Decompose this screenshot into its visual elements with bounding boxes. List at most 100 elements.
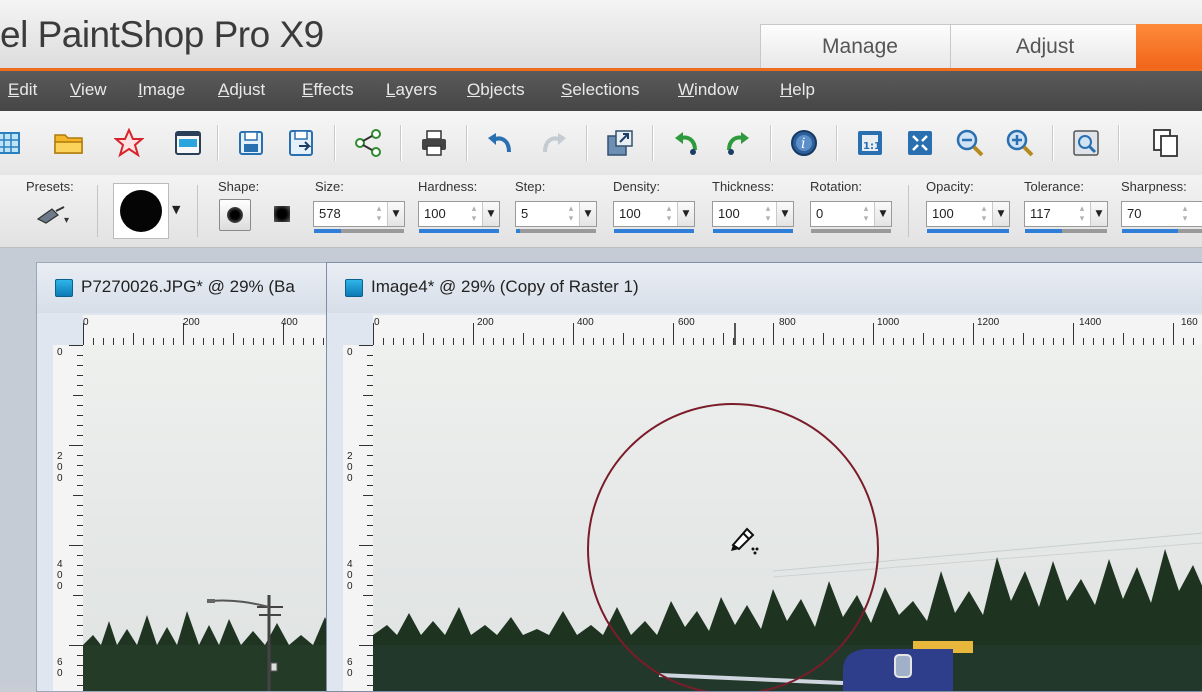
toolbar-separator: [400, 125, 402, 161]
sharpness-field[interactable]: 70 ▴ ▾: [1121, 201, 1202, 233]
shape-square-button[interactable]: [274, 206, 290, 222]
actual-size-icon[interactable]: 1:1: [853, 126, 887, 160]
size-field[interactable]: 578 ▴ ▾ ▼: [313, 201, 405, 233]
spin-arrows-icon[interactable]: ▴ ▾: [1178, 204, 1192, 224]
document-window-image4[interactable]: Image4* @ 29% (Copy of Raster 1) 0 200 4…: [326, 262, 1202, 692]
image-file-icon: [55, 279, 73, 297]
save-icon[interactable]: [234, 126, 268, 160]
brush-tip-dropdown-icon[interactable]: ▼: [172, 203, 180, 216]
menu-selections[interactable]: Selections: [561, 80, 639, 100]
opacity-slider-fill: [927, 229, 1009, 233]
spin-arrows-icon[interactable]: ▴ ▾: [1075, 204, 1089, 224]
share-icon[interactable]: [351, 126, 385, 160]
thickness-slider[interactable]: [713, 229, 793, 233]
spin-arrows-icon[interactable]: ▴ ▾: [859, 204, 873, 224]
opacity-field[interactable]: 100 ▴ ▾ ▼: [926, 201, 1010, 233]
print-icon[interactable]: [417, 126, 451, 160]
standard-toolbar: i 1:1: [0, 111, 1202, 176]
tolerance-field[interactable]: 117 ▴ ▾ ▼: [1024, 201, 1108, 233]
menu-view[interactable]: View: [70, 80, 107, 100]
info-icon[interactable]: i: [787, 126, 821, 160]
document-canvas[interactable]: [83, 345, 345, 691]
size-slider[interactable]: [314, 229, 404, 233]
rotation-field[interactable]: 0 ▴ ▾ ▼: [810, 201, 892, 233]
step-slider-fill: [516, 229, 520, 233]
menu-image[interactable]: Image: [138, 80, 185, 100]
presets-button[interactable]: ▾: [34, 201, 74, 229]
grid-icon[interactable]: [0, 126, 26, 160]
ruler-label: 200: [477, 317, 494, 328]
menu-adjust[interactable]: Adjust: [218, 80, 265, 100]
fit-window-icon[interactable]: [903, 126, 937, 160]
document-canvas[interactable]: [373, 345, 1202, 691]
ruler-ticks: [69, 345, 83, 686]
thickness-field[interactable]: 100 ▴ ▾ ▼: [712, 201, 794, 233]
dropdown-arrow-icon[interactable]: ▼: [776, 202, 793, 226]
dropdown-arrow-icon[interactable]: ▼: [387, 202, 404, 226]
ruler-label: 2 0 0: [57, 451, 63, 484]
spin-arrows-icon[interactable]: ▴ ▾: [761, 204, 775, 224]
copy-icon[interactable]: [1148, 126, 1182, 160]
document-window-p7270026[interactable]: P7270026.JPG* @ 29% (Ba 0 200 400 0 2 0 …: [36, 262, 346, 692]
tab-adjust[interactable]: Adjust: [950, 24, 1162, 69]
spin-arrows-icon[interactable]: ▴ ▾: [564, 204, 578, 224]
size-value: 578: [319, 206, 341, 221]
tool-options-palette: Presets: ▾ ▼ Shape: Size: 578 ▴ ▾ ▼ Hardn…: [0, 175, 1202, 248]
dropdown-arrow-icon[interactable]: ▼: [1090, 202, 1107, 226]
undo-icon[interactable]: [483, 126, 517, 160]
brush-tip-preview[interactable]: [113, 183, 169, 239]
redo-icon[interactable]: [537, 126, 571, 160]
open-folder-icon[interactable]: [52, 126, 86, 160]
step-field[interactable]: 5 ▴ ▾ ▼: [515, 201, 597, 233]
document-title-bar[interactable]: Image4* @ 29% (Copy of Raster 1): [327, 263, 1202, 313]
resize-icon[interactable]: [603, 126, 637, 160]
spin-arrows-icon[interactable]: ▴ ▾: [662, 204, 676, 224]
ruler-label: 160: [1181, 317, 1198, 328]
rotation-label: Rotation:: [810, 179, 863, 194]
menu-layers[interactable]: Layers: [386, 80, 437, 100]
spin-arrows-icon[interactable]: ▴ ▾: [977, 204, 991, 224]
menu-window[interactable]: Window: [678, 80, 738, 100]
brush-cursor-icon: [731, 527, 759, 555]
rotate-left-icon[interactable]: [669, 126, 703, 160]
step-slider[interactable]: [516, 229, 596, 233]
zoom-in-icon[interactable]: [1003, 126, 1037, 160]
tab-manage[interactable]: Manage: [760, 24, 982, 69]
dropdown-arrow-icon[interactable]: ▼: [677, 202, 694, 226]
app-title: el PaintShop Pro X9: [0, 14, 324, 55]
tab-edit-workspace[interactable]: [1136, 24, 1202, 68]
scanner-icon[interactable]: [171, 126, 205, 160]
dropdown-arrow-icon[interactable]: ▼: [992, 202, 1009, 226]
rotation-slider[interactable]: [811, 229, 891, 233]
save-as-icon[interactable]: [285, 126, 319, 160]
spin-arrows-icon[interactable]: ▴ ▾: [467, 204, 481, 224]
density-field[interactable]: 100 ▴ ▾ ▼: [613, 201, 695, 233]
menu-effects[interactable]: Effects: [302, 80, 354, 100]
hardness-field[interactable]: 100 ▴ ▾ ▼: [418, 201, 500, 233]
dropdown-arrow-icon[interactable]: ▼: [579, 202, 596, 226]
zoom-box-icon[interactable]: [1069, 126, 1103, 160]
zoom-out-icon[interactable]: [953, 126, 987, 160]
photo-scene: [83, 595, 345, 691]
ruler-label: 0: [57, 347, 63, 358]
sharpness-slider[interactable]: [1122, 229, 1202, 233]
ruler-label: 4 0 0: [57, 559, 63, 592]
shape-round-button[interactable]: [219, 199, 251, 231]
thickness-slider-fill: [713, 229, 793, 233]
dropdown-arrow-icon[interactable]: ▼: [482, 202, 499, 226]
dropdown-arrow-icon[interactable]: ▼: [874, 202, 891, 226]
ruler-label: 0: [374, 317, 380, 328]
rotate-right-icon[interactable]: [721, 126, 755, 160]
hardness-slider[interactable]: [419, 229, 499, 233]
opacity-slider[interactable]: [927, 229, 1009, 233]
spin-arrows-icon[interactable]: ▴ ▾: [372, 204, 386, 224]
sharpness-value: 70: [1127, 206, 1142, 221]
document-title-bar[interactable]: P7270026.JPG* @ 29% (Ba: [37, 263, 345, 313]
menu-help[interactable]: Help: [780, 80, 815, 100]
options-separator: [97, 185, 98, 237]
star-icon[interactable]: [112, 126, 146, 160]
tolerance-slider[interactable]: [1025, 229, 1107, 233]
density-slider[interactable]: [614, 229, 694, 233]
menu-edit[interactable]: Edit: [8, 80, 37, 100]
menu-objects[interactable]: Objects: [467, 80, 525, 100]
